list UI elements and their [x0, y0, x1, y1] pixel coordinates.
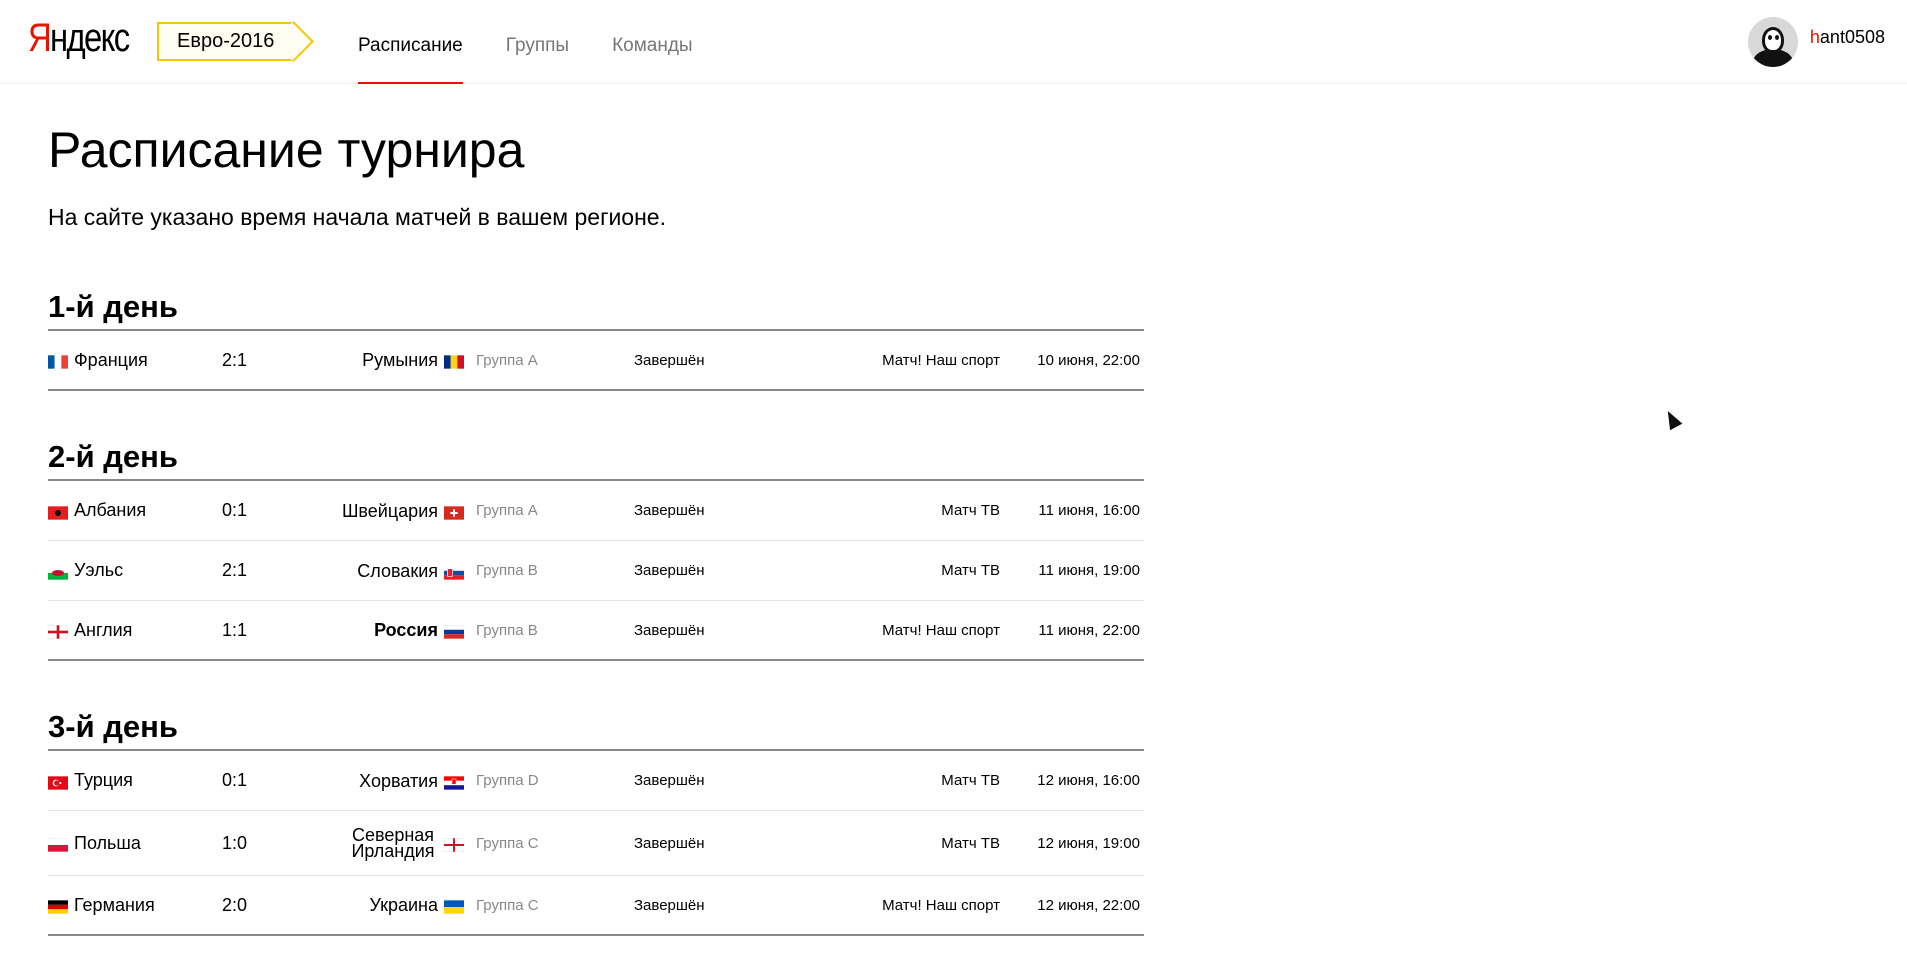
site-header: Яндекс Евро-2016 Расписание Группы Коман… [0, 0, 1907, 84]
match-row[interactable]: Польша 1:0 Северная Ирландия Группа C Заверш… [47, 811, 1144, 876]
match-row[interactable]: Турция 0:1 Хорватия Группа D Завершён Матч ТВ… [48, 751, 1144, 811]
match-group[interactable]: Группа B [476, 601, 538, 659]
match-status: Завершён [634, 562, 705, 579]
home-team-name: Германия [74, 894, 155, 915]
yandex-logo[interactable]: Яндекс [28, 16, 130, 61]
away-team-name: Словакия [357, 560, 438, 581]
match-datetime: 11 июня, 16:00 [1038, 502, 1140, 519]
day-section: 1-й день Франция 2:1 Румыния Группа A Завершё… [48, 287, 1144, 391]
home-team[interactable]: Германия [48, 876, 198, 934]
match-datetime: 12 июня, 22:00 [1037, 896, 1140, 914]
match-row[interactable]: Англия 1:1 Россия Группа B Завершён Матч! Наш… [47, 601, 1144, 661]
northern-ireland-flag-icon [443, 836, 465, 852]
day-title: 3-й день [48, 707, 1144, 751]
day-section: 3-й день Турция 0:1 Хорватия Группа D Завершё… [47, 707, 1144, 936]
tab-schedule[interactable]: Расписание [358, 0, 463, 84]
albania-flag-icon [48, 504, 68, 520]
croatia-flag-icon [444, 774, 464, 790]
away-team[interactable]: Хорватия [248, 751, 464, 810]
home-team-name: Албания [74, 500, 147, 520]
avatar[interactable] [1747, 17, 1798, 67]
match-datetime: 12 июня, 19:00 [1037, 834, 1140, 852]
home-team-name: Турция [74, 770, 133, 790]
match-status: Завершён [634, 896, 705, 914]
home-team[interactable]: Албания [48, 481, 198, 540]
schedule-content: Расписание турнира На сайте указано врем… [47, 84, 1144, 936]
away-team-name: Хорватия [359, 770, 438, 791]
away-team[interactable]: Румыния [248, 331, 464, 389]
away-team-name: Северная Ирландия [351, 825, 435, 861]
turkey-flag-icon [48, 774, 68, 790]
day-title: 1-й день [48, 287, 1144, 331]
home-team[interactable]: Англия [47, 601, 198, 659]
wales-flag-icon [48, 564, 68, 580]
home-team-name: Уэльс [74, 560, 124, 580]
away-team[interactable]: Россия [248, 601, 465, 659]
away-team-name: Швейцария [341, 500, 438, 521]
match-row[interactable]: Франция 2:1 Румыния Группа A Завершён Матч! Н… [48, 331, 1144, 391]
away-team-name: Румыния [362, 350, 438, 370]
day-section: 2-й день Албания 0:1 Швейцария Группа A Завер… [47, 437, 1144, 661]
match-group[interactable]: Группа B [476, 541, 538, 600]
user-menu[interactable]: hant0508 [1747, 17, 1885, 67]
germany-flag-icon [48, 898, 68, 914]
day-title: 2-й день [48, 437, 1144, 481]
match-row[interactable]: Германия 2:0 Украина Группа C Завершён Матч! … [48, 876, 1144, 936]
match-datetime: 10 июня, 22:00 [1037, 351, 1140, 369]
days-list: 1-й день Франция 2:1 Румыния Группа A Завершё… [47, 287, 1144, 936]
home-team-name: Англия [74, 619, 133, 640]
home-team[interactable]: Франция [48, 331, 198, 389]
away-team[interactable]: Северная Ирландия [248, 811, 465, 875]
tv-channel: Матч ТВ [941, 562, 1000, 579]
ukraine-flag-icon [444, 898, 464, 914]
home-team-name: Польша [74, 832, 141, 853]
tv-channel: Матч ТВ [941, 502, 1000, 519]
france-flag-icon [48, 353, 68, 369]
romania-flag-icon [444, 353, 464, 369]
match-group[interactable]: Группа D [476, 751, 539, 810]
match-status: Завершён [634, 834, 705, 852]
home-team-name: Франция [74, 349, 148, 370]
main-nav: Расписание Группы Команды [358, 0, 736, 84]
timezone-note: На сайте указано время начала матчей в в… [48, 204, 666, 230]
match-group[interactable]: Группа C [476, 811, 539, 875]
slovakia-flag-icon [444, 564, 464, 580]
match-row[interactable]: Албания 0:1 Швейцария Группа A Завершён Матч … [48, 481, 1144, 541]
tournament-tag[interactable]: Евро-2016 [157, 22, 293, 61]
match-status: Завершён [634, 772, 705, 789]
username[interactable]: hant0508 [1810, 27, 1885, 48]
tab-teams[interactable]: Команды [612, 0, 693, 84]
mouse-cursor-icon [1661, 407, 1683, 431]
away-team[interactable]: Швейцария [248, 481, 464, 540]
home-team[interactable]: Уэльс [48, 541, 198, 600]
page-title: Расписание турнира [48, 122, 525, 178]
away-team[interactable]: Словакия [248, 541, 464, 600]
tournament-tag-label: Евро-2016 [177, 30, 275, 52]
match-status: Завершён [634, 502, 705, 519]
away-team[interactable]: Украина [248, 876, 464, 934]
match-datetime: 12 июня, 16:00 [1037, 772, 1140, 789]
switzerland-flag-icon [444, 504, 464, 520]
tv-channel: Матч! Наш спорт [882, 896, 1000, 914]
match-datetime: 11 июня, 19:00 [1038, 562, 1140, 579]
match-status: Завершён [634, 621, 705, 639]
russia-flag-icon [443, 623, 465, 639]
match-row[interactable]: Уэльс 2:1 Словакия Группа B Завершён Матч ТВ 1… [48, 541, 1144, 601]
home-team[interactable]: Турция [48, 751, 198, 810]
match-group[interactable]: Группа A [476, 481, 538, 540]
tv-channel: Матч ТВ [941, 772, 1000, 789]
england-flag-icon [47, 623, 69, 639]
match-status: Завершён [634, 351, 705, 369]
match-group[interactable]: Группа A [476, 331, 538, 389]
match-datetime: 11 июня, 22:00 [1038, 621, 1140, 639]
match-group[interactable]: Группа C [476, 876, 539, 934]
away-team-name: Украина [369, 895, 438, 915]
home-team[interactable]: Польша [47, 811, 198, 875]
tv-channel: Матч! Наш спорт [882, 351, 1000, 369]
tv-channel: Матч ТВ [941, 834, 1000, 852]
poland-flag-icon [47, 836, 69, 852]
tv-channel: Матч! Наш спорт [882, 621, 1000, 639]
tab-groups[interactable]: Группы [506, 0, 569, 84]
away-team-name: Россия [374, 620, 438, 640]
